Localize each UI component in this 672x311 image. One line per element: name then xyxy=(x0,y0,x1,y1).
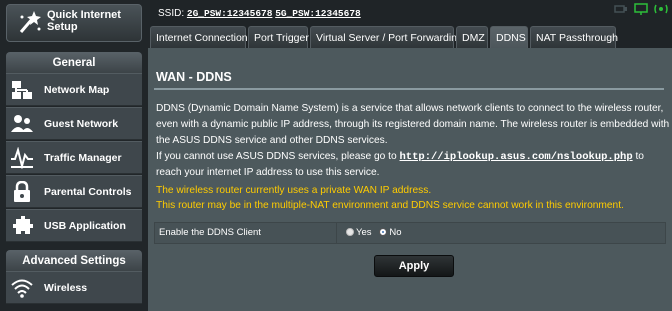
warning-line-1: The wireless router currently uses a pri… xyxy=(156,185,432,196)
sidebar-item-guest-network[interactable]: Guest Network xyxy=(6,107,142,140)
sidebar-item-traffic-manager[interactable]: Traffic Manager xyxy=(6,141,142,174)
radio-yes[interactable] xyxy=(346,228,354,237)
apply-button[interactable]: Apply xyxy=(374,255,454,277)
wifi-icon xyxy=(11,279,33,298)
tab-internet-connection[interactable]: Internet Connection xyxy=(150,26,248,48)
description-lookup: If you cannot use ASUS DDNS services, pl… xyxy=(156,149,670,181)
ssid-5g-link[interactable]: 5G_PSW:12345678 xyxy=(275,8,361,19)
enable-ddns-label: Enable the DDNS Client xyxy=(155,223,337,243)
radio-no[interactable] xyxy=(379,228,388,237)
ssid-prefix: SSID: xyxy=(158,8,185,19)
general-header: General xyxy=(6,52,142,74)
tab-nat-passthrough[interactable]: NAT Passthrough xyxy=(530,26,618,48)
wireless-status-icon[interactable] xyxy=(654,2,668,14)
iplookup-link[interactable]: http://iplookup.asus.com/nslookup.php xyxy=(400,151,633,163)
title-divider xyxy=(154,88,664,90)
traffic-manager-icon xyxy=(11,147,33,169)
lock-icon xyxy=(14,181,30,202)
enable-ddns-options: Yes No xyxy=(338,223,665,243)
wand-icon xyxy=(19,11,41,33)
usb-status-icon[interactable] xyxy=(614,2,628,14)
status-icons xyxy=(614,2,668,15)
sidebar-item-label: Traffic Manager xyxy=(44,152,122,164)
sidebar-item-label: Guest Network xyxy=(44,118,119,130)
page-title: WAN - DDNS xyxy=(156,70,232,84)
sidebar-item-label: USB Application xyxy=(44,220,126,232)
usb-application-icon xyxy=(13,216,33,234)
sidebar-item-network-map[interactable]: Network Map xyxy=(6,73,142,106)
sidebar-item-usb-application[interactable]: USB Application xyxy=(6,209,142,242)
quick-internet-setup-button[interactable]: Quick Internet Setup xyxy=(6,4,142,42)
sidebar: Quick Internet Setup General Network Map… xyxy=(0,0,150,311)
sidebar-item-parental-controls[interactable]: Parental Controls xyxy=(6,175,142,208)
tab-virtual-server[interactable]: Virtual Server / Port Forwarding xyxy=(310,26,463,48)
tab-dmz[interactable]: DMZ xyxy=(456,26,488,48)
enable-ddns-row: Enable the DDNS Client Yes No xyxy=(154,222,666,244)
network-status-icon[interactable] xyxy=(634,2,648,15)
warning-line-2: This router may be in the multiple-NAT e… xyxy=(156,200,624,211)
sidebar-item-label: Wireless xyxy=(44,282,88,294)
sidebar-item-wireless[interactable]: Wireless xyxy=(6,271,142,304)
top-bar: SSID: 2G_PSW:12345678 5G_PSW:12345678 xyxy=(150,0,672,22)
tab-ddns[interactable]: DDNS xyxy=(490,26,528,48)
network-map-icon xyxy=(12,81,32,99)
quick-internet-setup-label: Quick Internet Setup xyxy=(47,9,121,33)
warning-message: The wireless router currently uses a pri… xyxy=(156,183,670,213)
radio-yes-label[interactable]: Yes xyxy=(356,227,372,238)
ssid-info: SSID: 2G_PSW:12345678 5G_PSW:12345678 xyxy=(158,8,361,19)
sidebar-item-label: Parental Controls xyxy=(44,186,132,198)
tab-port-trigger[interactable]: Port Trigger xyxy=(248,26,309,48)
radio-no-label[interactable]: No xyxy=(389,227,401,238)
description-paragraph: DDNS (Dynamic Domain Name System) is a s… xyxy=(156,103,670,146)
advanced-settings-header: Advanced Settings xyxy=(6,250,142,272)
content-panel: WAN - DDNS DDNS (Dynamic Domain Name Sys… xyxy=(148,48,672,311)
ssid-2g-link[interactable]: 2G_PSW:12345678 xyxy=(187,8,273,19)
sidebar-item-label: Network Map xyxy=(44,84,110,96)
description-lookup-before: If you cannot use ASUS DDNS services, pl… xyxy=(156,151,400,162)
guest-network-icon xyxy=(11,115,33,132)
description: DDNS (Dynamic Domain Name System) is a s… xyxy=(156,101,670,181)
